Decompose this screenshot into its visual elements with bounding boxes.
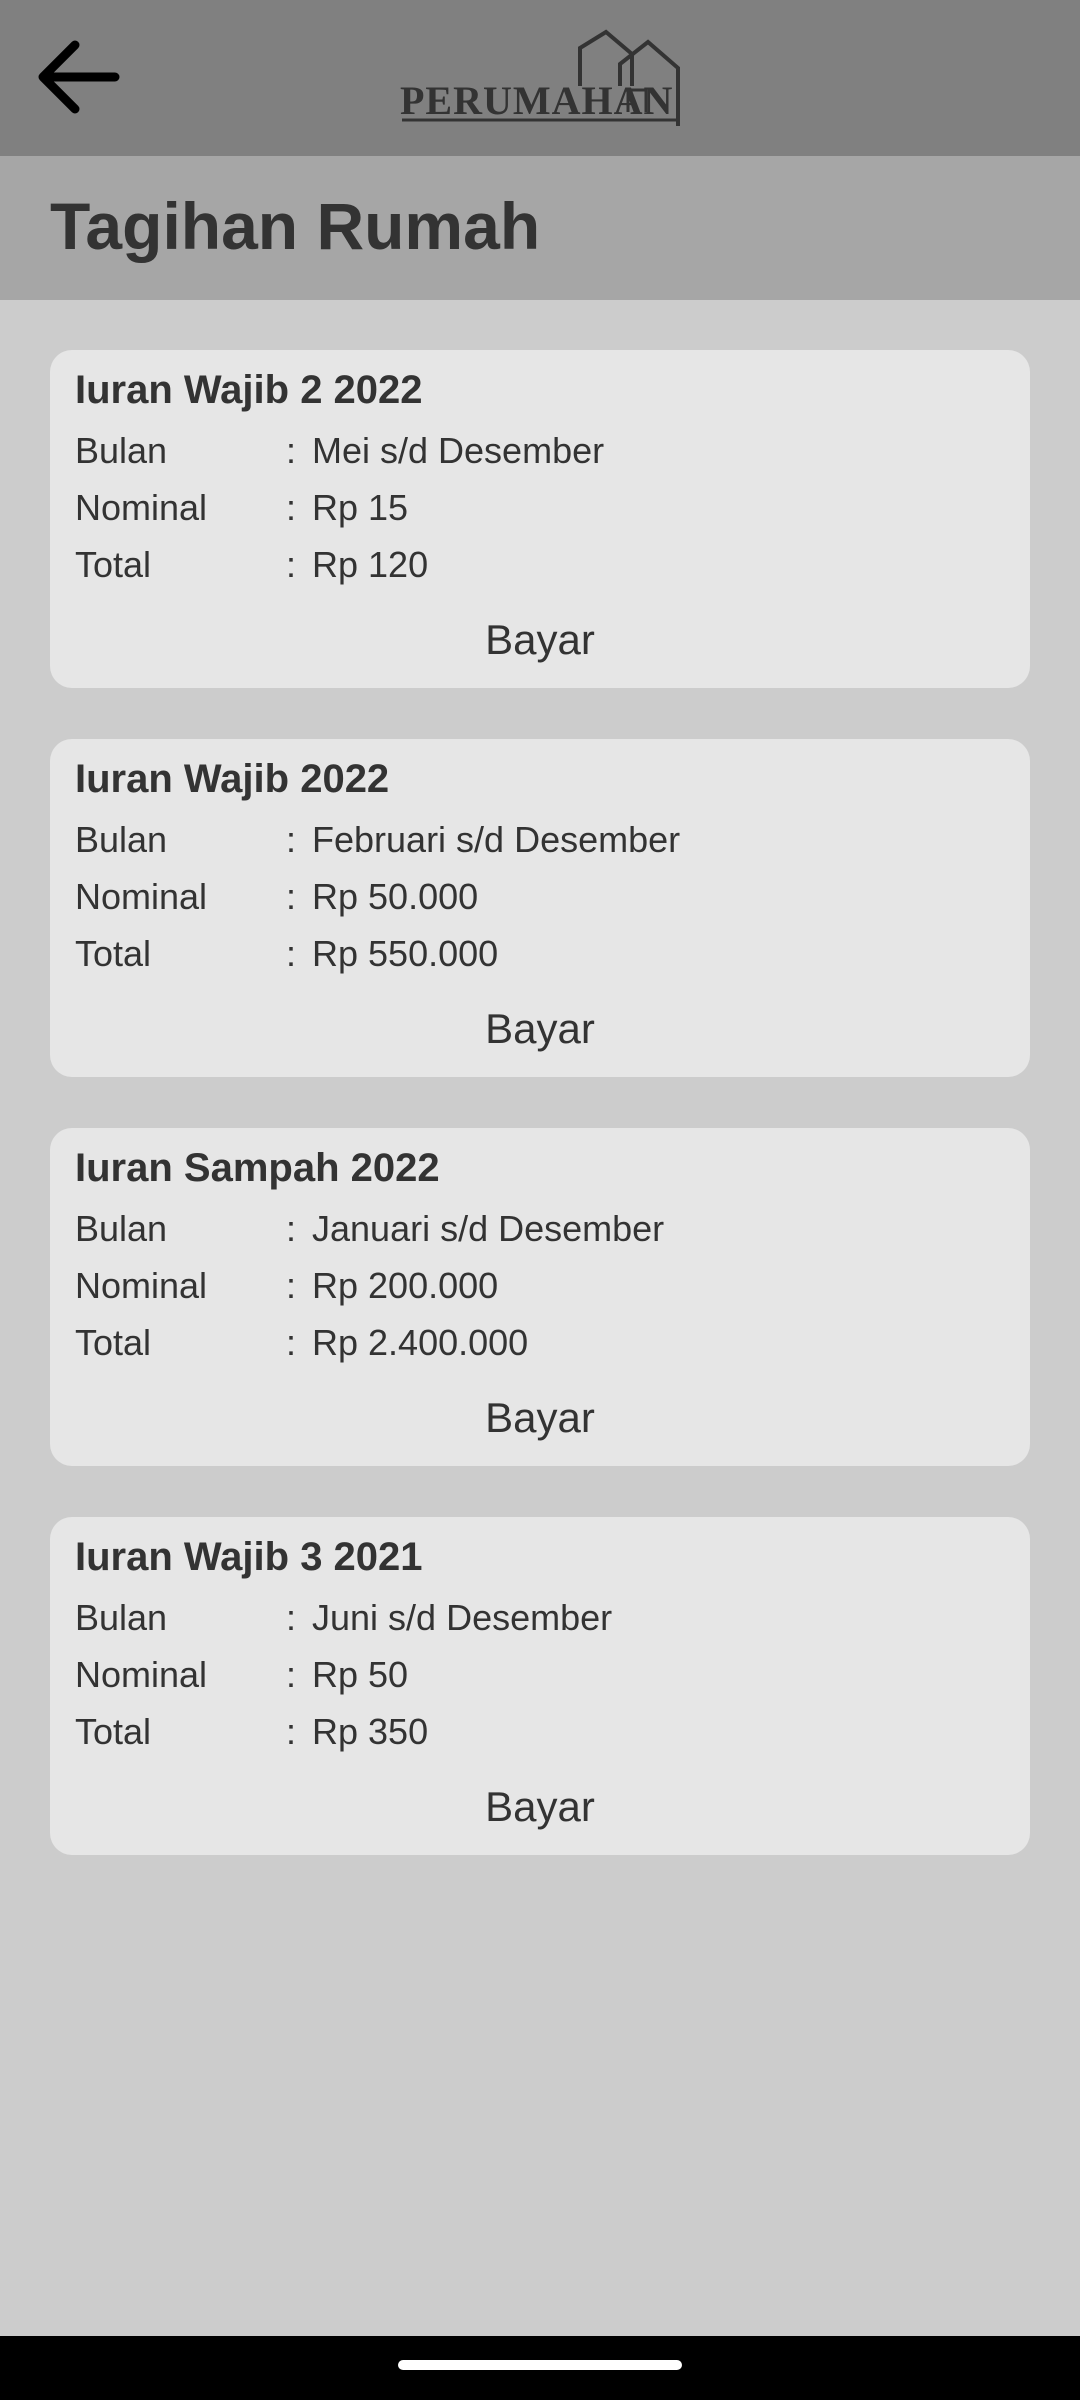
- month-label: Bulan: [75, 1597, 168, 1638]
- home-indicator[interactable]: [398, 2360, 682, 2370]
- nominal-value: Rp 200.000: [312, 1265, 499, 1306]
- bill-card: Iuran Wajib 2022 Bulan : Februari s/d De…: [50, 739, 1030, 1077]
- bill-card: Iuran Wajib 2 2022 Bulan : Mei s/d Desem…: [50, 350, 1030, 688]
- app-bar: PERUMAHAN: [0, 0, 1080, 156]
- total-value: Rp 350: [312, 1711, 429, 1752]
- total-label: Total: [75, 1322, 152, 1363]
- total-label: Total: [75, 933, 152, 974]
- logo-text: PERUMAHAN: [400, 78, 674, 123]
- bill-card: Iuran Sampah 2022 Bulan : Januari s/d De…: [50, 1128, 1030, 1466]
- bill-title: Iuran Wajib 3 2021: [75, 1535, 423, 1579]
- bill-title: Iuran Wajib 2022: [75, 757, 390, 801]
- month-value: Mei s/d Desember: [312, 430, 605, 471]
- colon: :: [286, 430, 297, 471]
- page-title: Tagihan Rumah: [50, 189, 541, 263]
- month-value: Juni s/d Desember: [312, 1597, 613, 1638]
- nominal-label: Nominal: [75, 1654, 208, 1695]
- system-navigation-bar: [0, 2336, 1080, 2400]
- total-value: Rp 2.400.000: [312, 1322, 529, 1363]
- colon: :: [286, 819, 297, 860]
- bill-card: Iuran Wajib 3 2021 Bulan : Juni s/d Dese…: [50, 1517, 1030, 1855]
- colon: :: [286, 487, 297, 528]
- app-logo: PERUMAHAN: [400, 28, 682, 128]
- month-label: Bulan: [75, 430, 168, 471]
- colon: :: [286, 1711, 297, 1752]
- pay-button[interactable]: Bayar: [50, 604, 1030, 676]
- pay-button[interactable]: Bayar: [50, 993, 1030, 1065]
- pay-button[interactable]: Bayar: [50, 1771, 1030, 1843]
- total-label: Total: [75, 1711, 152, 1752]
- month-value: Januari s/d Desember: [312, 1208, 665, 1249]
- title-bar: Tagihan Rumah: [0, 156, 1080, 300]
- month-label: Bulan: [75, 1208, 168, 1249]
- colon: :: [286, 1597, 297, 1638]
- back-button[interactable]: [22, 22, 132, 132]
- total-value: Rp 120: [312, 544, 429, 585]
- colon: :: [286, 1654, 297, 1695]
- total-label: Total: [75, 544, 152, 585]
- bill-title: Iuran Sampah 2022: [75, 1146, 440, 1190]
- colon: :: [286, 933, 297, 974]
- nominal-label: Nominal: [75, 876, 208, 917]
- total-value: Rp 550.000: [312, 933, 499, 974]
- colon: :: [286, 1208, 297, 1249]
- nominal-label: Nominal: [75, 487, 208, 528]
- colon: :: [286, 876, 297, 917]
- month-label: Bulan: [75, 819, 168, 860]
- nominal-label: Nominal: [75, 1265, 208, 1306]
- month-value: Februari s/d Desember: [312, 819, 681, 860]
- nominal-value: Rp 50: [312, 1654, 409, 1695]
- bill-title: Iuran Wajib 2 2022: [75, 368, 423, 412]
- pay-button[interactable]: Bayar: [50, 1382, 1030, 1454]
- nominal-value: Rp 50.000: [312, 876, 479, 917]
- colon: :: [286, 1322, 297, 1363]
- colon: :: [286, 544, 297, 585]
- nominal-value: Rp 15: [312, 487, 409, 528]
- colon: :: [286, 1265, 297, 1306]
- arrow-left-icon: [38, 40, 120, 114]
